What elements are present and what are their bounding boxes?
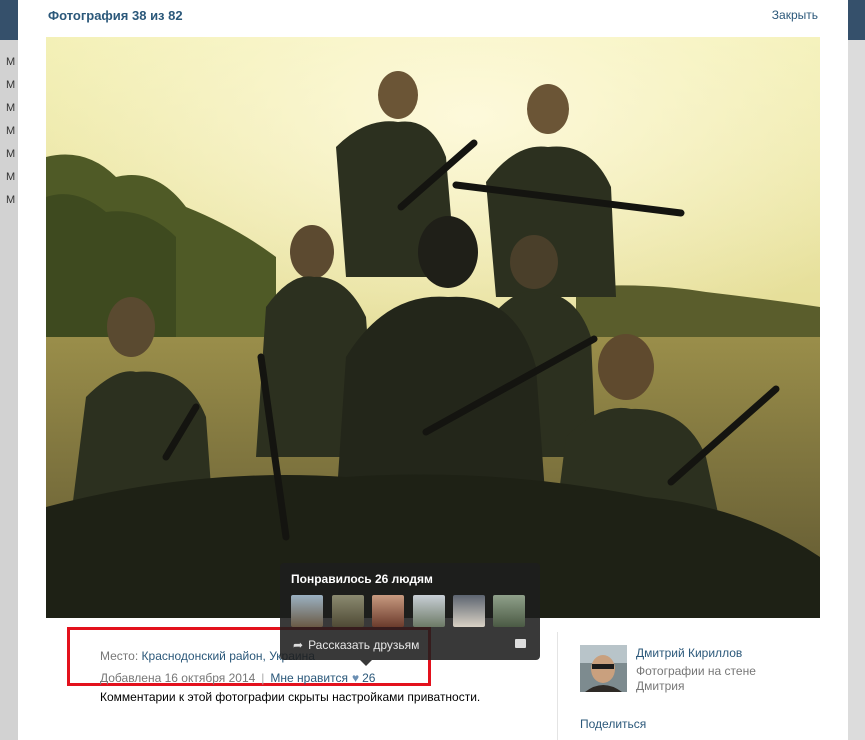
share-with-friends-button[interactable]: ➦ Рассказать друзьям	[293, 638, 419, 652]
album-description-line2: Дмитрия	[636, 679, 685, 693]
share-arrow-icon: ➦	[293, 638, 304, 652]
background-menu-item: M	[6, 194, 16, 206]
share-with-friends-label: Рассказать друзьям	[308, 638, 420, 652]
liker-avatar[interactable]	[413, 595, 445, 627]
tooltip-arrow	[360, 660, 372, 666]
author-avatar[interactable]	[580, 645, 627, 692]
background-menu-item: M	[6, 171, 16, 183]
background-left-menu: M M M M M M M	[0, 40, 18, 740]
background-menu-item: M	[6, 148, 16, 160]
background-right-strip	[848, 40, 865, 740]
comments-hidden-note: Комментарии к этой фотографии скрыты нас…	[100, 690, 481, 704]
liker-avatar[interactable]	[332, 595, 364, 627]
liker-avatar[interactable]	[291, 595, 323, 627]
like-count[interactable]: 26	[362, 671, 375, 685]
background-menu-item: M	[6, 102, 16, 114]
likes-tooltip-title[interactable]: Понравилось 26 людям	[291, 572, 433, 586]
background-menu-item: M	[6, 56, 16, 68]
album-description-line1: Фотографии на стене	[636, 664, 756, 678]
column-divider	[557, 632, 558, 740]
liker-avatar[interactable]	[493, 595, 525, 627]
heart-icon[interactable]: ♥	[352, 671, 359, 685]
added-date: Добавлена 16 октября 2014	[100, 671, 256, 685]
separator: |	[261, 671, 265, 685]
meta-row: Добавлена 16 октября 2014 | Мне нравится ♥ 2…	[100, 668, 375, 688]
background-menu-item: M	[6, 125, 16, 137]
like-button[interactable]: Мне нравится	[270, 671, 348, 685]
close-button[interactable]: Закрыть	[772, 8, 818, 22]
photo-counter-title: Фотография 38 из 82	[48, 8, 183, 23]
comment-icon[interactable]	[515, 639, 526, 648]
liker-avatar[interactable]	[453, 595, 485, 627]
author-name-link[interactable]: Дмитрий Кириллов	[636, 646, 742, 660]
share-button[interactable]: Поделиться	[580, 717, 646, 731]
background-menu-item: M	[6, 79, 16, 91]
place-label: Место:	[100, 649, 139, 663]
likes-tooltip: Понравилось 26 людям ➦ Рассказать друзьям	[280, 563, 540, 666]
photo-viewer: Фотография 38 из 82 Закрыть Место: Красн…	[18, 0, 848, 740]
liker-avatar[interactable]	[372, 595, 404, 627]
photo-image[interactable]	[46, 37, 820, 618]
